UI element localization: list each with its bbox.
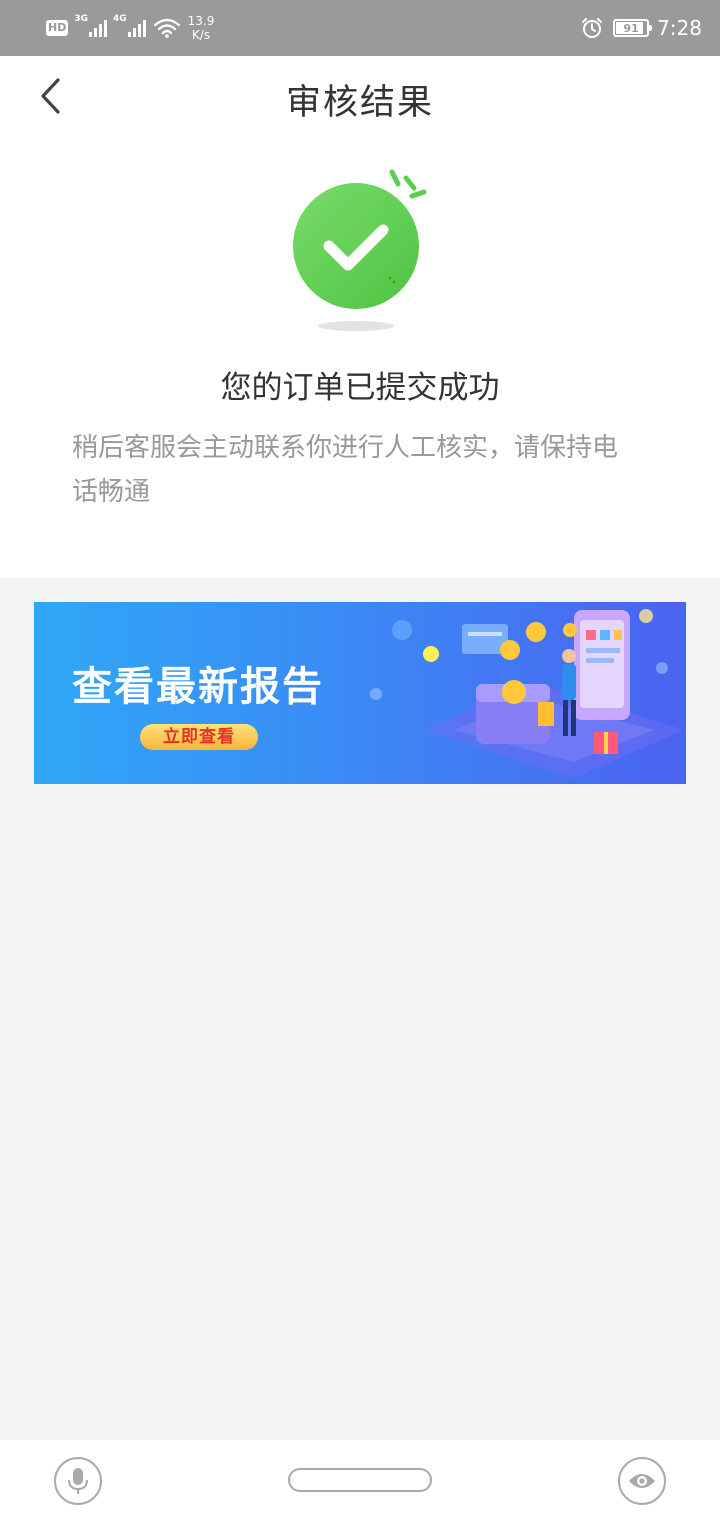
network-label-4g: 4G — [113, 14, 127, 24]
alarm-icon — [582, 18, 603, 38]
signal-icon — [89, 19, 107, 37]
speed-unit: K/s — [191, 28, 211, 42]
speed-value: 13.9 — [187, 14, 215, 28]
status-left: HD 3G 4G 13.9 K/s — [46, 12, 214, 44]
network-label-3g: 3G — [74, 14, 88, 24]
eye-button[interactable] — [618, 1457, 666, 1505]
system-nav-bar — [0, 1440, 720, 1520]
wallet-phone-illustration — [370, 609, 684, 778]
report-banner[interactable]: 查看最新报告 立即查看 — [34, 602, 686, 784]
hd-badge: HD — [46, 20, 69, 36]
signal-icon — [127, 19, 146, 37]
battery-icon: 91 — [613, 19, 653, 37]
network-speed: 13.9 K/s — [188, 14, 215, 42]
banner-title: 查看最新报告 — [72, 664, 324, 710]
wifi-icon — [153, 18, 180, 38]
page-title: 审核结果 — [285, 83, 434, 123]
result-description: 稍后客服会主动联系你进行人工核实，请保持电话畅通 — [72, 433, 619, 507]
voice-button[interactable] — [54, 1457, 102, 1505]
microphone-icon — [68, 1468, 88, 1494]
clock: 7:28 — [657, 16, 702, 40]
status-right: 91 7:28 — [581, 12, 702, 44]
home-pill[interactable] — [288, 1468, 432, 1492]
result-section: 您的订单已提交成功 稍后客服会主动联系你进行人工核实，请保持电话畅通 — [0, 136, 720, 578]
battery-level: 91 — [623, 21, 639, 35]
app-header: 审核结果 — [0, 56, 720, 136]
eye-icon — [629, 1474, 655, 1488]
status-bar: HD 3G 4G 13.9 K/s 91 7:28 — [0, 0, 720, 56]
success-check-icon — [293, 169, 427, 331]
view-now-button[interactable]: 立即查看 — [140, 724, 258, 750]
result-title: 您的订单已提交成功 — [220, 370, 500, 406]
